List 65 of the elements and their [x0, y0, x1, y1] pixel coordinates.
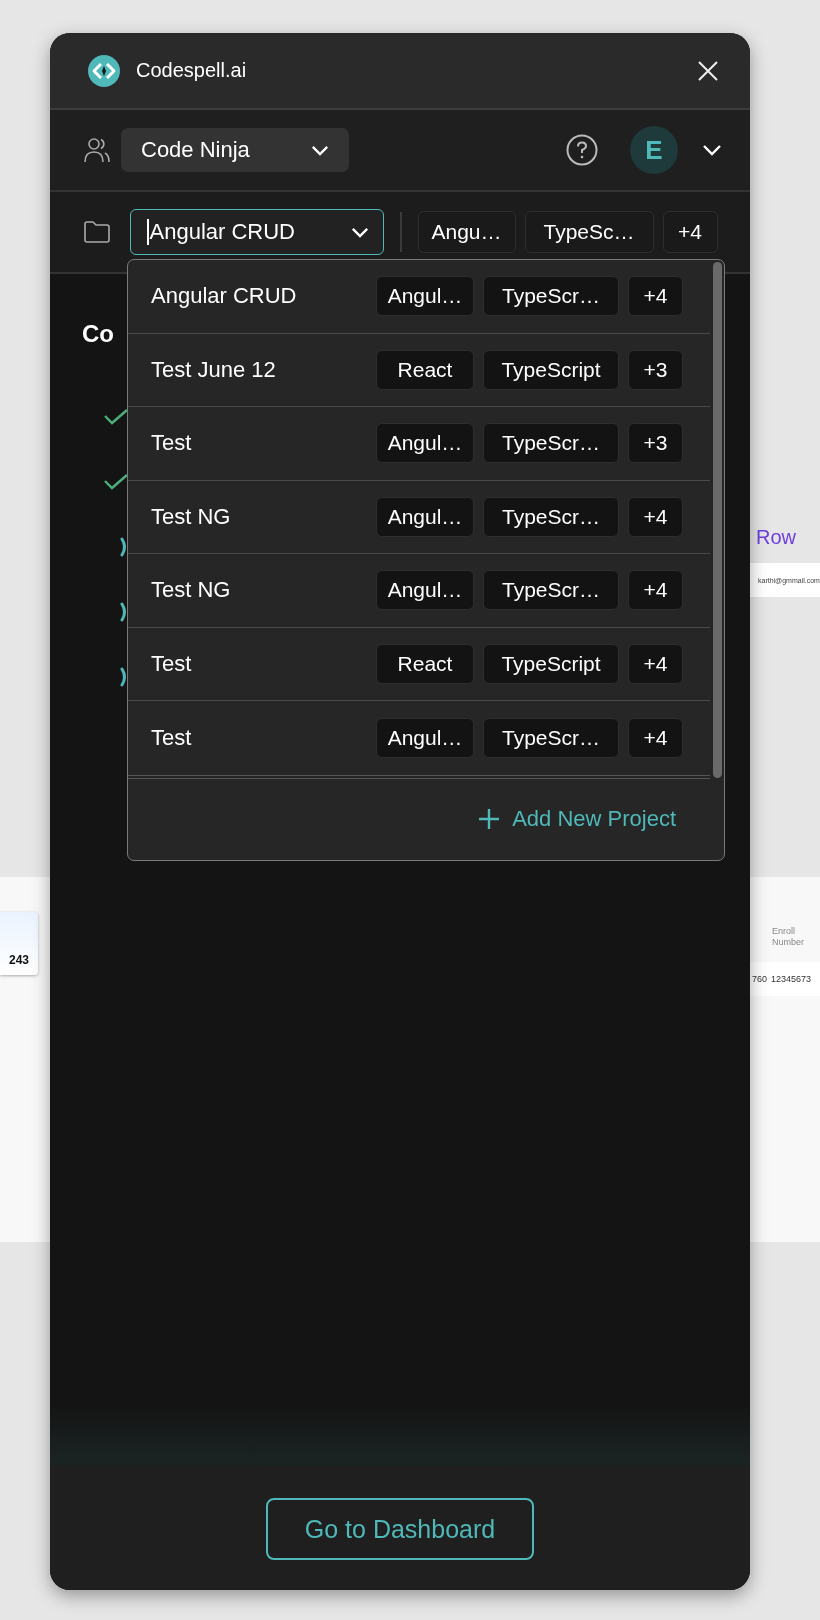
spinner-icon [120, 666, 128, 687]
check-icon [103, 473, 129, 490]
tech-tag: Angul… [376, 423, 474, 464]
spinner-icon [120, 601, 128, 622]
plus-icon [478, 808, 501, 831]
tech-tag: +3 [628, 349, 683, 390]
project-select[interactable]: Angular CRUD [130, 209, 384, 255]
app-title: Codespell.ai [136, 59, 247, 82]
spinner-icon [120, 536, 128, 557]
tech-tag: +3 [628, 423, 683, 464]
tech-tag: TypeScr… [483, 570, 619, 611]
tech-tag: React [376, 643, 474, 684]
column-header: Enroll Number [772, 926, 805, 948]
tech-tag: TypeScr… [483, 717, 619, 758]
tech-tag: +4 [662, 211, 718, 253]
folder-icon [83, 220, 111, 244]
project-name: Test [151, 430, 193, 457]
project-name: Test June 12 [151, 356, 277, 383]
project-option[interactable]: Angular CRUD Angul… TypeScr… +4 [128, 260, 710, 334]
tech-tag: Angu… [417, 211, 516, 253]
help-icon[interactable] [566, 134, 598, 166]
project-option[interactable]: Test Angul… TypeScr… +3 [128, 407, 710, 481]
logo-icon [88, 54, 120, 87]
tech-tag: +4 [628, 643, 683, 684]
project-option[interactable]: Test June 12 React TypeScript +3 [128, 333, 710, 407]
tech-tag: TypeScr… [483, 496, 619, 537]
project-name: Angular CRUD [151, 283, 298, 310]
project-option[interactable]: Test NG Angul… TypeScr… +4 [128, 554, 710, 628]
project-option[interactable]: Test NG Angul… TypeScr… +4 [128, 480, 710, 554]
tech-tag: TypeScript [483, 349, 619, 390]
chevron-down-icon [311, 144, 329, 156]
chevron-down-icon[interactable] [702, 144, 722, 156]
tech-tag: Angul… [376, 496, 474, 537]
table-cell: 12345673 [771, 974, 812, 984]
user-avatar[interactable]: E [630, 126, 678, 174]
tech-tag: Angul… [376, 276, 474, 317]
section-heading: Co [82, 319, 115, 349]
tech-tag: TypeSc… [524, 211, 654, 253]
scrollbar[interactable] [713, 262, 722, 778]
project-option[interactable]: Test React TypeScript +4 [128, 627, 710, 701]
check-icon [103, 408, 129, 425]
tech-tag: Angul… [376, 717, 474, 758]
tech-tag: TypeScript [483, 643, 619, 684]
chevron-down-icon [351, 226, 369, 238]
tech-tag: +4 [628, 276, 683, 317]
tech-tag: +4 [628, 717, 683, 758]
project-name: Test [151, 650, 193, 677]
project-name: Test [151, 724, 193, 751]
stat-value: 243 [9, 953, 29, 967]
tech-tag: +4 [628, 496, 683, 537]
tech-tag: TypeScr… [483, 423, 619, 464]
workspace-dropdown[interactable]: Code Ninja [121, 128, 349, 172]
project-name: Test NG [151, 503, 232, 530]
close-icon[interactable] [696, 58, 720, 83]
project-name: Test NG [151, 577, 232, 604]
table-cell: 760 [752, 974, 768, 984]
tech-tag: TypeScr… [483, 276, 619, 317]
users-icon [83, 136, 111, 164]
dashboard-button[interactable]: Go to Dashboard [266, 1498, 534, 1560]
link-text[interactable]: Row [756, 526, 796, 549]
project-option[interactable]: Test Angul… TypeScr… +4 [128, 701, 710, 775]
tech-tag: Angul… [376, 570, 474, 611]
tech-tag: +4 [628, 570, 683, 611]
tech-tag: React [376, 349, 474, 390]
add-project-button[interactable]: Add New Project [472, 805, 682, 834]
